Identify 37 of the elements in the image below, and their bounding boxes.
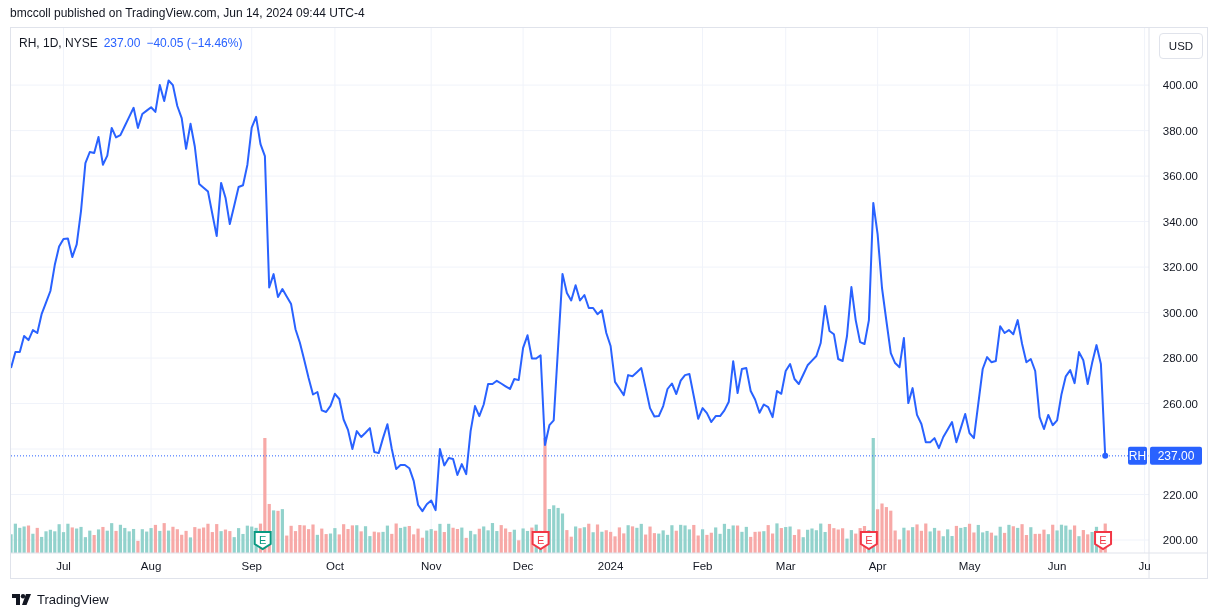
earnings-marker[interactable]: E — [1094, 531, 1113, 551]
time-tick-label: Jul — [56, 560, 71, 572]
time-tick-label: Nov — [420, 560, 442, 572]
price-tick-label: 340.00 — [1162, 215, 1198, 228]
symbol-info: RH, 1D, NYSE — [19, 36, 98, 50]
symbol-label: RH — [1128, 446, 1147, 465]
last-price-label: 237.00 — [1150, 446, 1202, 465]
time-tick-label: Oct — [325, 560, 344, 572]
last-price-dot — [1102, 452, 1109, 459]
currency-button[interactable]: USD — [1159, 33, 1203, 59]
price-tick-label: 360.00 — [1162, 170, 1198, 183]
price-tick-label: 280.00 — [1162, 352, 1198, 365]
price-change: −40.05 (−14.46%) — [146, 36, 243, 50]
price-value: 237.00 — [103, 36, 141, 50]
price-tick-label: 220.00 — [1162, 488, 1198, 501]
time-tick-label: 2024 — [597, 560, 624, 572]
publish-info: bmccoll published on TradingView.com, Jun 14, 2024 09:44 UTC-4 — [9, 5, 366, 22]
time-tick-label: Ju — [1138, 560, 1151, 572]
time-tick-label: Feb — [692, 560, 713, 572]
time-tick-label: Sep — [241, 560, 262, 572]
price-tick-label: 400.00 — [1162, 79, 1198, 92]
time-tick-label: Aug — [140, 560, 162, 572]
brand-name: TradingView — [37, 592, 109, 607]
price-tick-label: 300.00 — [1162, 306, 1198, 319]
brand-logo-icon — [12, 594, 32, 605]
price-tick-label: 380.00 — [1162, 124, 1198, 137]
time-tick-label: May — [958, 560, 981, 572]
price-tick-label: 260.00 — [1162, 397, 1198, 410]
earnings-marker[interactable]: E — [531, 531, 550, 551]
time-tick-label: Dec — [512, 560, 534, 572]
time-tick-label: Jun — [1047, 560, 1067, 572]
earnings-marker[interactable]: E — [859, 531, 878, 551]
time-tick-label: Apr — [868, 560, 887, 572]
earnings-marker[interactable]: E — [253, 531, 272, 551]
price-tick-label: 320.00 — [1162, 261, 1198, 274]
price-tick-label: 200.00 — [1162, 534, 1198, 547]
time-tick-label: Mar — [775, 560, 796, 572]
